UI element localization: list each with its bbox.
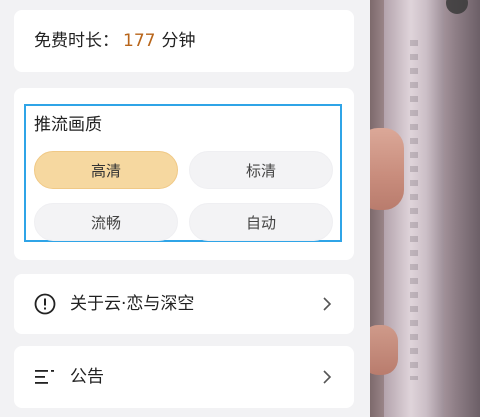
quality-option-hd[interactable]: 高清: [34, 151, 178, 189]
quality-option-smooth[interactable]: 流畅: [34, 203, 178, 241]
about-row[interactable]: 关于云·恋与深空: [14, 274, 354, 334]
free-time-card: 免费时长： 177 分钟: [14, 10, 354, 72]
free-time-label: 免费时长：: [34, 31, 119, 51]
free-time-value: 177: [123, 31, 156, 51]
finger-shape: [370, 325, 398, 375]
free-time-unit: 分钟: [161, 31, 196, 51]
info-circle-icon: [34, 293, 56, 319]
notice-label: 公告: [70, 367, 104, 387]
stream-quality-title: 推流画质: [34, 115, 102, 135]
camera-preview-image: [370, 0, 480, 417]
quality-option-sd[interactable]: 标清: [189, 151, 333, 189]
chevron-right-icon: [322, 369, 332, 389]
about-label: 关于云·恋与深空: [70, 294, 195, 314]
list-icon: [34, 368, 56, 390]
notice-row[interactable]: 公告: [14, 346, 354, 408]
chevron-right-icon: [322, 296, 332, 316]
spine-texture: [410, 40, 418, 380]
finger-shape: [370, 128, 404, 210]
quality-option-auto[interactable]: 自动: [189, 203, 333, 241]
corner-button-icon[interactable]: [446, 0, 468, 14]
free-time-text: 免费时长： 177 分钟: [34, 30, 195, 52]
